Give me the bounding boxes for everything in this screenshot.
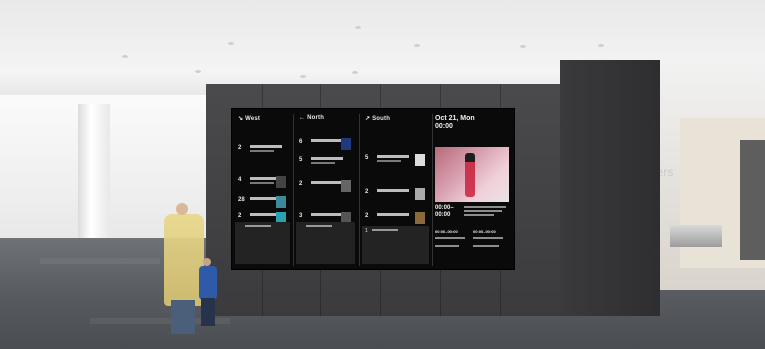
footer-line [372, 229, 398, 231]
list-item: 2 [363, 187, 428, 205]
row-title [377, 155, 409, 158]
schedule-line [473, 245, 499, 247]
child-legs [201, 298, 215, 326]
time-line: 00:00 [435, 123, 453, 130]
adult-figure [164, 214, 204, 306]
lobby-scene: bers ↘ West 2 4 28 2 ← North 6 5 2 3 ↗ S… [0, 0, 765, 349]
list-item: 6 [297, 137, 354, 155]
featured-figure [465, 153, 475, 197]
schedule-line [435, 245, 459, 247]
column-divider [359, 114, 360, 266]
list-item: 4 [236, 175, 289, 193]
ceiling-light [300, 75, 306, 78]
featured-text-line [464, 210, 502, 212]
row-subtitle [250, 150, 274, 152]
row-title [250, 145, 282, 148]
row-title [311, 139, 343, 142]
column-header: ← North [299, 115, 325, 121]
ceiling-light [414, 44, 420, 47]
ceiling-light [352, 71, 358, 74]
column-header: ↗ South [365, 116, 391, 122]
featured-image [435, 147, 509, 202]
adult-legs [171, 300, 195, 334]
schedule-item: 00:00–00:00 [473, 229, 496, 234]
adult-head [176, 203, 188, 215]
list-item: 2 [236, 143, 289, 161]
column-divider [293, 114, 294, 266]
ceiling-light [228, 42, 234, 45]
row-thumbnail [341, 180, 351, 192]
row-subtitle [377, 160, 401, 162]
child-figure [199, 266, 217, 300]
schedule-line [435, 237, 465, 239]
row-thumbnail [415, 154, 425, 166]
row-thumbnail [276, 196, 286, 208]
list-item: 2 [297, 179, 354, 197]
ceiling-light [598, 44, 604, 47]
date-title: Oct 21, Mon 00:00 [435, 115, 475, 131]
row-number: 2 [238, 145, 242, 151]
ceiling-light [520, 45, 526, 48]
ceiling-light [195, 70, 201, 73]
row-subtitle [250, 182, 274, 184]
featured-text-line [464, 206, 506, 208]
row-title [377, 213, 409, 216]
row-number: 2 [365, 213, 369, 219]
row-thumbnail [276, 176, 286, 188]
row-title [311, 181, 343, 184]
row-subtitle [311, 162, 335, 164]
row-number: 2 [365, 189, 369, 195]
row-title [377, 189, 409, 192]
row-number: 5 [299, 157, 303, 163]
wayfinding-screen: ↘ West 2 4 28 2 ← North 6 5 2 3 ↗ South … [231, 108, 515, 270]
schedule-line [473, 237, 503, 239]
floor-tile [40, 258, 160, 264]
column-south: ↗ South 5 2 2 1 [361, 115, 431, 266]
row-number: 5 [365, 155, 369, 161]
list-item: 5 [363, 153, 428, 171]
row-number: 28 [238, 197, 245, 203]
date-line: Oct 21, Mon [435, 115, 475, 122]
row-thumbnail [341, 138, 351, 150]
schedule-item: 00:00–00:00 [435, 229, 458, 234]
featured-time-text: 00:00– 00:00 [435, 205, 454, 218]
column-divider [432, 114, 433, 266]
footer-line [245, 225, 271, 227]
list-item: 5 [297, 155, 354, 173]
row-number: 6 [299, 139, 303, 145]
row-number: 2 [299, 181, 303, 187]
footer-line [306, 225, 332, 227]
column-west: ↘ West 2 4 28 2 [234, 115, 292, 266]
column-header: ↘ West [238, 116, 261, 122]
featured-time: 00:00– 00:00 [435, 205, 454, 219]
column-footer [296, 222, 355, 264]
reception-desk [670, 225, 722, 247]
row-thumbnail [415, 212, 425, 224]
column-footer [235, 222, 290, 264]
ceiling-light [355, 26, 361, 29]
child-head [203, 258, 211, 266]
kiosk-side [560, 60, 660, 316]
featured-text-line [464, 214, 494, 216]
row-number: 3 [299, 213, 303, 219]
row-number: 2 [238, 213, 242, 219]
column-north: ← North 6 5 2 3 [295, 115, 357, 266]
row-number: 4 [238, 177, 242, 183]
side-room-doorway [740, 140, 765, 260]
row-thumbnail [415, 188, 425, 200]
ceiling-light [122, 55, 128, 58]
row-title [311, 157, 343, 160]
footer-number: 1 [365, 228, 368, 234]
row-title [311, 213, 343, 216]
column-footer: 1 [362, 226, 429, 264]
